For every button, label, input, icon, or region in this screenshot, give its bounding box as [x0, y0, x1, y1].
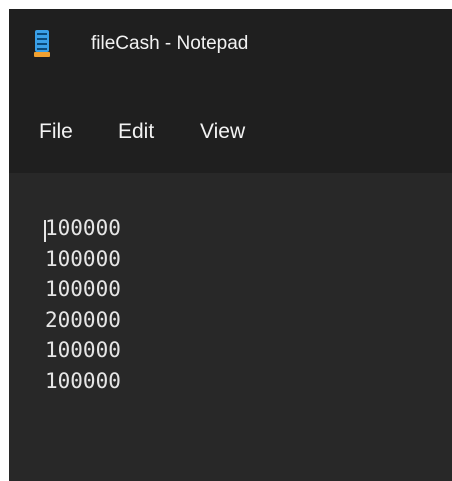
notepad-icon: [34, 30, 50, 57]
text-editor[interactable]: 100000 100000 100000 200000 100000 10000…: [9, 173, 452, 481]
text-line: 100000: [45, 338, 121, 362]
text-line: 200000: [45, 307, 121, 332]
menu-bar: File Edit View: [9, 83, 452, 173]
menu-edit[interactable]: Edit: [118, 120, 154, 144]
text-line: 100000: [45, 277, 121, 301]
menu-file[interactable]: File: [39, 120, 73, 144]
text-line: 100000: [45, 246, 121, 271]
window-title: fileCash - Notepad: [91, 33, 249, 54]
text-line: 100000: [45, 216, 121, 240]
notepad-window: fileCash - Notepad File Edit View 100000…: [9, 9, 452, 481]
title-bar[interactable]: fileCash - Notepad: [9, 9, 452, 83]
menu-view[interactable]: View: [200, 120, 245, 144]
text-lines: 100000 100000 100000 200000 100000 10000…: [45, 213, 121, 396]
text-line: 100000: [45, 368, 121, 393]
